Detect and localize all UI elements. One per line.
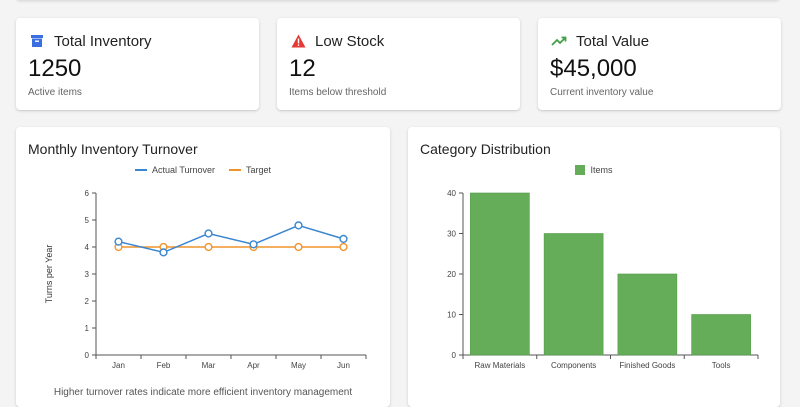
y-tick-label: 1	[85, 324, 90, 333]
stat-value: 12	[289, 55, 316, 82]
x-tick-label: Feb	[157, 361, 171, 370]
legend-swatch	[575, 165, 586, 175]
data-point	[159, 248, 168, 257]
total-value-card: Total Value $45,000 Current inventory va…	[538, 18, 781, 110]
data-point	[294, 242, 303, 252]
legend-label: Target	[246, 165, 272, 175]
data-point	[204, 242, 213, 252]
turnover-title: Monthly Inventory Turnover	[28, 141, 198, 157]
category-title: Category Distribution	[420, 141, 551, 157]
warning-triangle-icon	[289, 32, 307, 50]
legend-label: Items	[590, 165, 613, 175]
y-axis-label: Turns per Year	[44, 245, 54, 304]
y-tick-label: 40	[447, 189, 456, 198]
bar	[543, 233, 604, 356]
legend-label: Actual Turnover	[151, 165, 215, 175]
stat-value: 1250	[28, 55, 82, 82]
bar	[470, 192, 530, 356]
stat-title: Total Inventory	[54, 32, 152, 50]
data-point	[204, 229, 213, 238]
stat-value: $45,000	[550, 55, 637, 82]
turnover-legend: Actual Turnover Target	[28, 163, 378, 177]
data-point	[249, 240, 258, 249]
y-tick-label: 0	[452, 351, 457, 360]
x-tick-label: Tools	[712, 361, 731, 370]
legend-items[interactable]: Items	[575, 165, 613, 175]
x-tick-label: Jan	[112, 361, 125, 370]
x-tick-label: Components	[551, 361, 596, 370]
legend-actual-turnover[interactable]: Actual Turnover	[134, 165, 215, 175]
x-tick-label: Mar	[202, 361, 216, 370]
stat-subtitle: Current inventory value	[550, 87, 654, 98]
x-tick-label: Finished Goods	[619, 361, 675, 370]
legend-swatch	[134, 169, 147, 171]
y-tick-label: 6	[85, 189, 90, 198]
y-tick-label: 5	[85, 216, 90, 225]
stat-title: Total Value	[576, 32, 650, 50]
legend-swatch	[229, 169, 241, 171]
series-line-actual-turnover	[118, 224, 344, 254]
x-tick-label: Apr	[247, 361, 260, 370]
y-tick-label: 4	[85, 243, 90, 252]
stat-subtitle: Items below threshold	[289, 87, 387, 98]
data-point	[339, 242, 348, 252]
trending-up-icon	[550, 32, 568, 50]
category-panel: Category Distribution Items 0 10 20 30 40 Raw…	[408, 127, 780, 407]
total-inventory-card: Total Inventory 1250 Active items	[16, 18, 259, 110]
x-tick-label: Jun	[337, 361, 350, 370]
y-tick-label: 2	[85, 297, 90, 306]
x-tick-label: Raw Materials	[475, 361, 526, 370]
y-tick-label: 20	[447, 270, 456, 279]
y-tick-label: 30	[447, 230, 456, 239]
bar	[617, 273, 678, 356]
turnover-caption: Higher turnover rates indicate more effi…	[53, 387, 353, 398]
data-point	[339, 234, 348, 244]
turnover-panel: Monthly Inventory Turnover Actual Turnov…	[16, 127, 390, 407]
y-tick-label: 0	[85, 351, 90, 360]
y-tick-label: 3	[85, 270, 90, 279]
legend-target[interactable]: Target	[229, 165, 271, 175]
x-tick-label: May	[291, 361, 306, 370]
stat-title: Low Stock	[315, 32, 385, 50]
data-point	[114, 237, 123, 246]
archive-box-icon	[28, 32, 46, 50]
category-bar-chart: 0 10 20 30 40 Raw Materials Components Finished…	[447, 189, 759, 370]
category-legend: Items	[420, 163, 768, 177]
data-point	[294, 221, 303, 230]
y-tick-label: 10	[447, 311, 456, 320]
stat-subtitle: Active items	[28, 87, 82, 98]
turnover-line-chart: 0 1 2 3 4 5 6 Jan Feb Mar Apr May Jun Turns per Year	[44, 189, 367, 370]
bar	[691, 314, 751, 356]
low-stock-card: Low Stock 12 Items below threshold	[277, 18, 520, 110]
